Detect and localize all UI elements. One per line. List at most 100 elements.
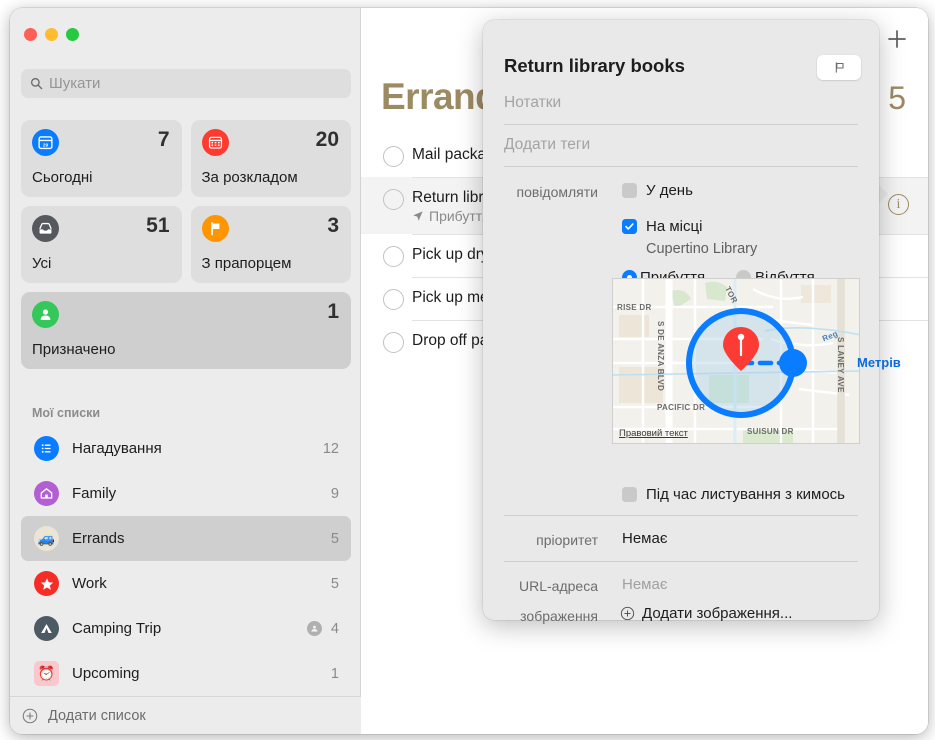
add-image-button[interactable]: Додати зображення... <box>620 605 792 622</box>
divider <box>504 515 858 516</box>
sidebar-item-count: 4 <box>330 620 339 637</box>
flag-icon <box>201 215 229 242</box>
search-icon <box>30 77 43 90</box>
street-label: S LANEY AVE <box>836 337 845 393</box>
all-count: 51 <box>146 214 170 237</box>
street-label: PACIFIC DR <box>657 403 706 412</box>
today-label: Сьогодні <box>32 169 93 186</box>
zoom-button[interactable] <box>66 28 79 41</box>
sidebar-item-count: 1 <box>330 665 339 682</box>
info-circle-icon[interactable]: i <box>888 194 909 215</box>
sidebar-item-errands[interactable]: 🚙 Errands 5 <box>21 516 351 561</box>
location-arrow-icon <box>413 211 423 221</box>
search-input[interactable]: Шукати <box>21 69 351 98</box>
add-reminder-button[interactable] <box>886 28 908 50</box>
flagged-label: З прапорцем <box>201 255 292 272</box>
complete-circle-icon[interactable] <box>383 332 404 353</box>
flag-button[interactable] <box>817 55 861 80</box>
smart-lists-grid: 29 7 Сьогодні 20 За розкладом 51 Усі 3 З… <box>21 120 351 378</box>
today-count: 7 <box>157 128 170 151</box>
sidebar-item-label: Upcoming <box>72 665 140 682</box>
messaging-label: Під час листування з кимось <box>646 486 845 503</box>
inbox-all-icon <box>32 215 59 242</box>
sidebar-item-label: Errands <box>72 530 125 547</box>
list-bullet-icon <box>34 436 59 461</box>
at-location-checkbox[interactable] <box>622 219 637 234</box>
location-value: Cupertino Library <box>646 241 758 257</box>
flagged-count: 3 <box>327 214 339 237</box>
alarm-clock-icon: ⏰ <box>34 661 59 686</box>
map-legal-link[interactable]: Правовий текст <box>619 428 688 439</box>
map-scale-label: Метрів <box>857 355 901 370</box>
at-location-checkbox-row[interactable]: На місці <box>622 218 702 235</box>
sidebar: Шукати 29 7 Сьогодні 20 За розкладом 51 … <box>10 8 361 734</box>
today-date-badge: 29 <box>43 142 49 148</box>
plus-circle-icon <box>620 606 635 621</box>
add-image-label: Додати зображення... <box>642 605 793 622</box>
street-label: S DE ANZA BLVD <box>656 321 665 392</box>
divider <box>504 561 858 562</box>
on-day-checkbox[interactable] <box>622 183 637 198</box>
sidebar-item-label: Work <box>72 575 107 592</box>
house-icon <box>34 481 59 506</box>
priority-value[interactable]: Немає <box>622 530 667 547</box>
popover-title: Return library books <box>504 55 685 76</box>
user-lists: Нагадування 12 Family 9 🚙 Errands 5 Work… <box>21 426 351 696</box>
add-list-bar[interactable]: Додати список <box>10 696 361 734</box>
checkmark-icon <box>625 223 634 230</box>
minimize-button[interactable] <box>45 28 58 41</box>
smart-tile-today[interactable]: 29 7 Сьогодні <box>21 120 182 197</box>
truck-icon: 🚙 <box>34 526 59 551</box>
flag-outline-icon <box>835 62 844 73</box>
all-label: Усі <box>32 255 52 272</box>
scheduled-count: 20 <box>315 128 339 151</box>
divider <box>504 124 858 125</box>
complete-circle-icon[interactable] <box>383 289 404 310</box>
sidebar-item-camping-trip[interactable]: Camping Trip 4 <box>21 606 351 651</box>
plus-circle-icon <box>22 708 38 723</box>
sidebar-item-work[interactable]: Work 5 <box>21 561 351 606</box>
messaging-checkbox-row[interactable]: Під час листування з кимось <box>622 486 845 503</box>
url-label: URL-адреса <box>519 578 598 594</box>
reminder-subtitle-text: Прибуття <box>429 208 490 224</box>
smart-tile-all[interactable]: 51 Усі <box>21 206 182 283</box>
image-label: зображення <box>520 608 598 624</box>
scheduled-label: За розкладом <box>201 169 298 186</box>
notes-field[interactable]: Нотатки <box>504 94 858 112</box>
complete-circle-icon[interactable] <box>383 246 404 267</box>
street-label: SUISUN DR <box>747 427 794 436</box>
sidebar-item-family[interactable]: Family 9 <box>21 471 351 516</box>
search-placeholder: Шукати <box>49 75 101 92</box>
sidebar-item-count: 5 <box>330 530 339 547</box>
notify-label: повідомляти <box>516 184 598 200</box>
assigned-label: Призначено <box>32 341 116 358</box>
close-button[interactable] <box>24 28 37 41</box>
sidebar-item-label: Camping Trip <box>72 620 162 637</box>
plus-icon <box>888 30 906 48</box>
complete-circle-icon[interactable] <box>383 189 404 210</box>
notes-placeholder: Нотатки <box>504 94 562 111</box>
at-location-label: На місці <box>646 218 703 235</box>
tags-field[interactable]: Додати теги <box>504 136 858 154</box>
sidebar-item-count: 9 <box>330 485 339 502</box>
location-map[interactable]: RISE DR S DE ANZA BLVD TOR PACIFIC DR SU… <box>612 278 860 444</box>
street-label: RISE DR <box>617 303 652 312</box>
calendar-scheduled-icon <box>201 129 229 156</box>
window-controls <box>24 28 79 41</box>
sidebar-item-upcoming[interactable]: ⏰ Upcoming 1 <box>21 651 351 696</box>
calendar-today-icon: 29 <box>32 129 59 156</box>
complete-circle-icon[interactable] <box>383 146 404 167</box>
my-lists-header: Мої списки <box>32 406 101 420</box>
app-root: Шукати 29 7 Сьогодні 20 За розкладом 51 … <box>0 0 935 740</box>
smart-tile-assigned[interactable]: 1 Призначено <box>21 292 351 369</box>
sidebar-item-reminders[interactable]: Нагадування 12 <box>21 426 351 471</box>
priority-label: пріоритет <box>536 532 598 548</box>
tent-icon <box>34 616 59 641</box>
url-value[interactable]: Немає <box>622 576 667 593</box>
messaging-checkbox[interactable] <box>622 487 637 502</box>
star-icon <box>34 571 59 596</box>
smart-tile-scheduled[interactable]: 20 За розкладом <box>190 120 351 197</box>
add-list-label: Додати список <box>48 707 146 724</box>
on-day-checkbox-row[interactable]: У день <box>622 182 693 199</box>
smart-tile-flagged[interactable]: 3 З прапорцем <box>190 206 351 283</box>
